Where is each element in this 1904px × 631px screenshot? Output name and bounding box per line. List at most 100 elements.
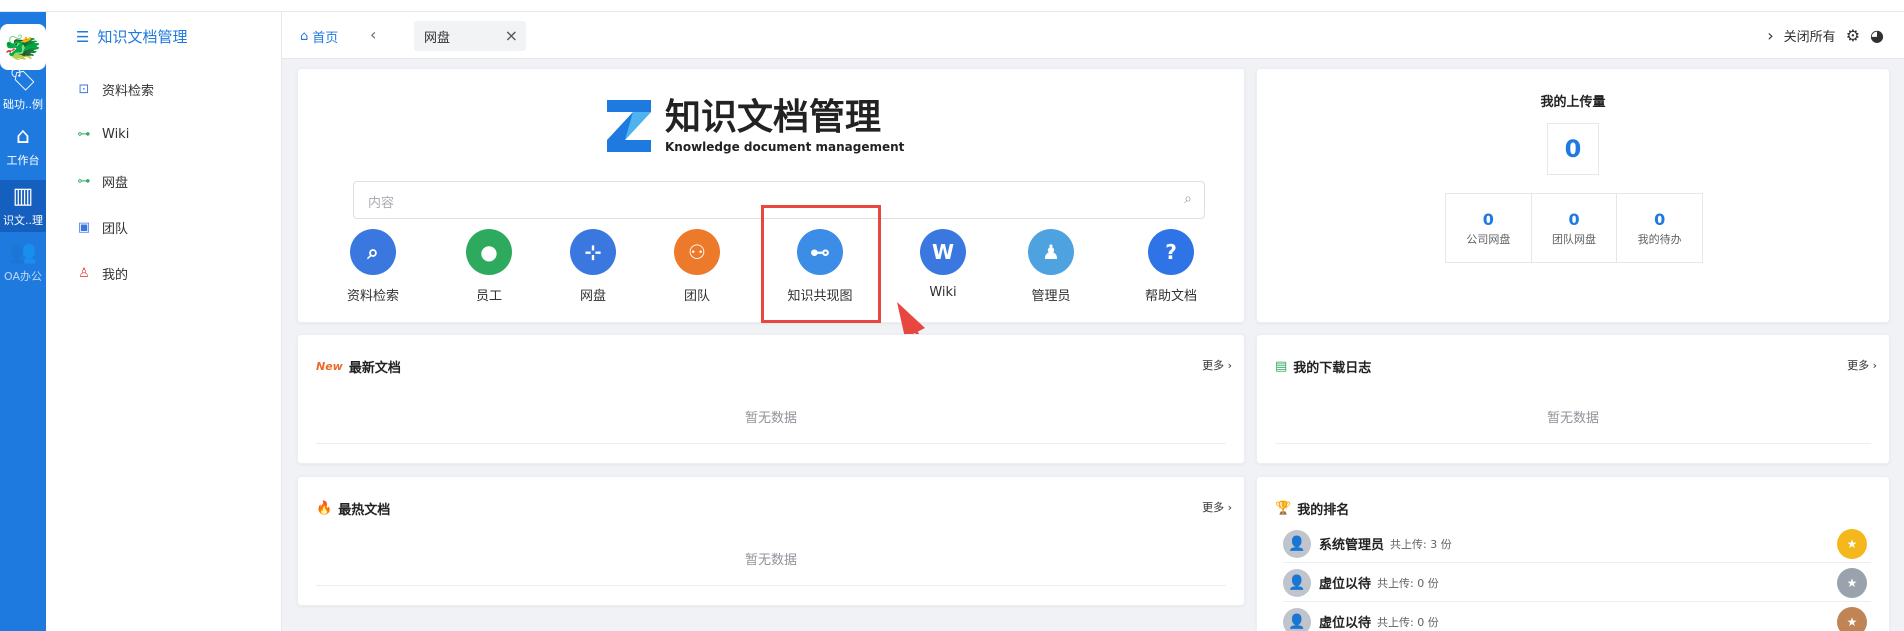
empty-text: 暂无数据 — [744, 553, 797, 568]
stat-my-todo[interactable]: 0 我的待办 — [1617, 194, 1702, 262]
brand-subtitle: Knowledge document management — [665, 140, 905, 154]
menu-header[interactable]: ☰ 知识文档管理 — [76, 26, 187, 47]
ranking-header: 🏆 我的排名 — [1275, 499, 1349, 518]
image-icon: ▣ — [77, 220, 91, 235]
home-icon: ⌂ — [300, 29, 309, 44]
menu-item-label: 网盘 — [102, 176, 129, 191]
latest-docs-card: New 最新文档 更多 › 暂无数据 — [297, 334, 1245, 464]
rail-item-label: 识文..理 — [3, 214, 43, 227]
menu-item-label: 团队 — [102, 222, 129, 237]
wiki-icon: W — [920, 229, 966, 275]
rank-name: 虚位以待 — [1319, 616, 1372, 631]
menu-item-label: 我的 — [102, 268, 129, 283]
menu-item-team[interactable]: ▣ 团队 — [76, 218, 128, 237]
tab-netdisk[interactable]: 网盘 × — [414, 21, 526, 51]
fire-icon: 🔥 — [316, 501, 333, 516]
stat-team-netdisk[interactable]: 0 团队网盘 — [1532, 194, 1618, 262]
tab-actions: › 关闭所有 ⚙ ◕ — [1767, 26, 1884, 45]
stat-label: 团队网盘 — [1552, 233, 1596, 246]
trophy-icon: 🏆 — [1275, 501, 1292, 516]
side-menu: ☰ 知识文档管理 ⊡ 资料检索 ⊶ Wiki ⊶ 网盘 ▣ 团队 ♙ 我的 — [46, 12, 282, 631]
quick-team[interactable]: ⚇ 团队 — [642, 229, 752, 304]
hot-docs-header: 🔥 最热文档 — [316, 499, 390, 518]
gear-icon[interactable]: ⚙ — [1846, 26, 1860, 45]
menu-item-search[interactable]: ⊡ 资料检索 — [76, 80, 154, 99]
quick-label: 帮助文档 — [1144, 289, 1197, 304]
hot-docs-title: 最热文档 — [338, 503, 391, 518]
rail-item-workbench[interactable]: ⌂ 工作台 — [0, 124, 46, 168]
network-icon: ⊹ — [570, 229, 616, 275]
empty-text: 暂无数据 — [744, 411, 797, 426]
divider — [316, 443, 1226, 444]
quick-label: 员工 — [475, 289, 502, 304]
download-log-more-link[interactable]: 更多 › — [1847, 357, 1877, 373]
user-icon: ♙ — [78, 266, 90, 281]
empty-text: 暂无数据 — [1546, 411, 1599, 426]
users-icon: 👥 — [9, 240, 37, 265]
ranking-row: 👤 系统管理员 共上传: 3 份 ★ — [1283, 525, 1871, 563]
menu-item-label: Wiki — [102, 126, 130, 142]
download-log-header: ▤ 我的下载日志 — [1275, 357, 1371, 376]
quick-help[interactable]: ? 帮助文档 — [1116, 229, 1226, 304]
menu-fold-icon: ☰ — [76, 27, 90, 46]
gold-medal-icon: ★ — [1837, 529, 1867, 559]
palette-icon[interactable]: ◕ — [1870, 26, 1884, 45]
search-icon[interactable]: ⌕ — [1184, 191, 1192, 207]
quick-wiki[interactable]: W Wiki — [888, 229, 998, 300]
z-logo-icon — [607, 100, 651, 152]
quick-admin[interactable]: ♟ 管理员 — [996, 229, 1106, 304]
ranking-card: 🏆 我的排名 👤 系统管理员 共上传: 3 份 ★ 👤 虚位以待 共上传: 0 … — [1256, 476, 1890, 631]
admin-icon: ♟ — [1028, 229, 1074, 275]
quick-netdisk[interactable]: ⊹ 网盘 — [538, 229, 648, 304]
library-icon: ▥ — [12, 184, 34, 209]
rail-item-oa[interactable]: 👥 OA办公 — [0, 240, 46, 284]
rank-name: 虚位以待 — [1319, 577, 1372, 592]
brand-title: 知识文档管理 — [665, 97, 882, 138]
stat-num: 0 — [1482, 210, 1494, 229]
stat-label: 公司网盘 — [1466, 233, 1511, 246]
close-all-button[interactable]: 关闭所有 — [1784, 26, 1836, 45]
download-log-card: ▤ 我的下载日志 更多 › 暂无数据 — [1256, 334, 1890, 464]
ranking-title: 我的排名 — [1297, 503, 1350, 518]
rail-item-basic[interactable]: 🏷 础功..例 — [0, 68, 46, 112]
latest-docs-header: New 最新文档 — [316, 357, 401, 376]
clipboard-icon: ▤ — [1275, 359, 1288, 374]
menu-item-netdisk[interactable]: ⊶ 网盘 — [76, 172, 129, 191]
quick-label: 管理员 — [1031, 289, 1071, 304]
close-icon[interactable]: × — [505, 26, 518, 45]
highlight-box — [761, 205, 881, 323]
avatar: 👤 — [1283, 607, 1311, 631]
person-icon: ● — [466, 229, 512, 275]
upload-stats-card: 我的上传量 0 0 公司网盘 0 团队网盘 0 我的待办 — [1256, 68, 1890, 323]
hot-docs-more-link[interactable]: 更多 › — [1202, 499, 1232, 515]
quick-label: 团队 — [683, 289, 710, 304]
search-icon: ⌕ — [350, 229, 396, 275]
quick-search[interactable]: ⌕ 资料检索 — [318, 229, 428, 304]
ranking-row: 👤 虚位以待 共上传: 0 份 ★ — [1283, 564, 1871, 602]
menu-item-wiki[interactable]: ⊶ Wiki — [76, 126, 130, 142]
latest-docs-more-link[interactable]: 更多 › — [1202, 357, 1232, 373]
tab-label: 网盘 — [424, 30, 451, 46]
tab-scroll-left-icon[interactable]: ‹ — [370, 25, 376, 44]
quick-label: 资料检索 — [346, 289, 399, 304]
menu-header-label: 知识文档管理 — [97, 28, 188, 46]
home-icon: ⌂ — [16, 124, 30, 149]
rank-uploads: 共上传: 0 份 — [1377, 615, 1439, 629]
quick-staff[interactable]: ● 员工 — [434, 229, 544, 304]
brand: 知识文档管理 Knowledge document management — [603, 96, 904, 156]
app-rail: 🐲 🏷 础功..例 ⌂ 工作台 ▥ 识文..理 👥 OA办公 — [0, 12, 46, 631]
rail-item-knowledge[interactable]: ▥ 识文..理 — [0, 180, 46, 232]
quick-label: 网盘 — [579, 289, 606, 304]
tree-icon: ⊶ — [77, 126, 91, 142]
menu-item-mine[interactable]: ♙ 我的 — [76, 264, 128, 283]
tab-scroll-right-icon[interactable]: › — [1767, 26, 1773, 45]
avatar: 👤 — [1283, 529, 1311, 558]
stat-num: 0 — [1568, 210, 1580, 229]
divider — [1275, 443, 1871, 444]
tab-home[interactable]: ⌂ 首页 — [300, 27, 338, 46]
search-placeholder: 内容 — [368, 196, 395, 211]
download-log-title: 我的下载日志 — [1293, 361, 1372, 376]
rail-item-label: 础功..例 — [3, 98, 43, 111]
stat-company-netdisk[interactable]: 0 公司网盘 — [1446, 194, 1532, 262]
tag-icon: 🏷 — [9, 68, 37, 93]
